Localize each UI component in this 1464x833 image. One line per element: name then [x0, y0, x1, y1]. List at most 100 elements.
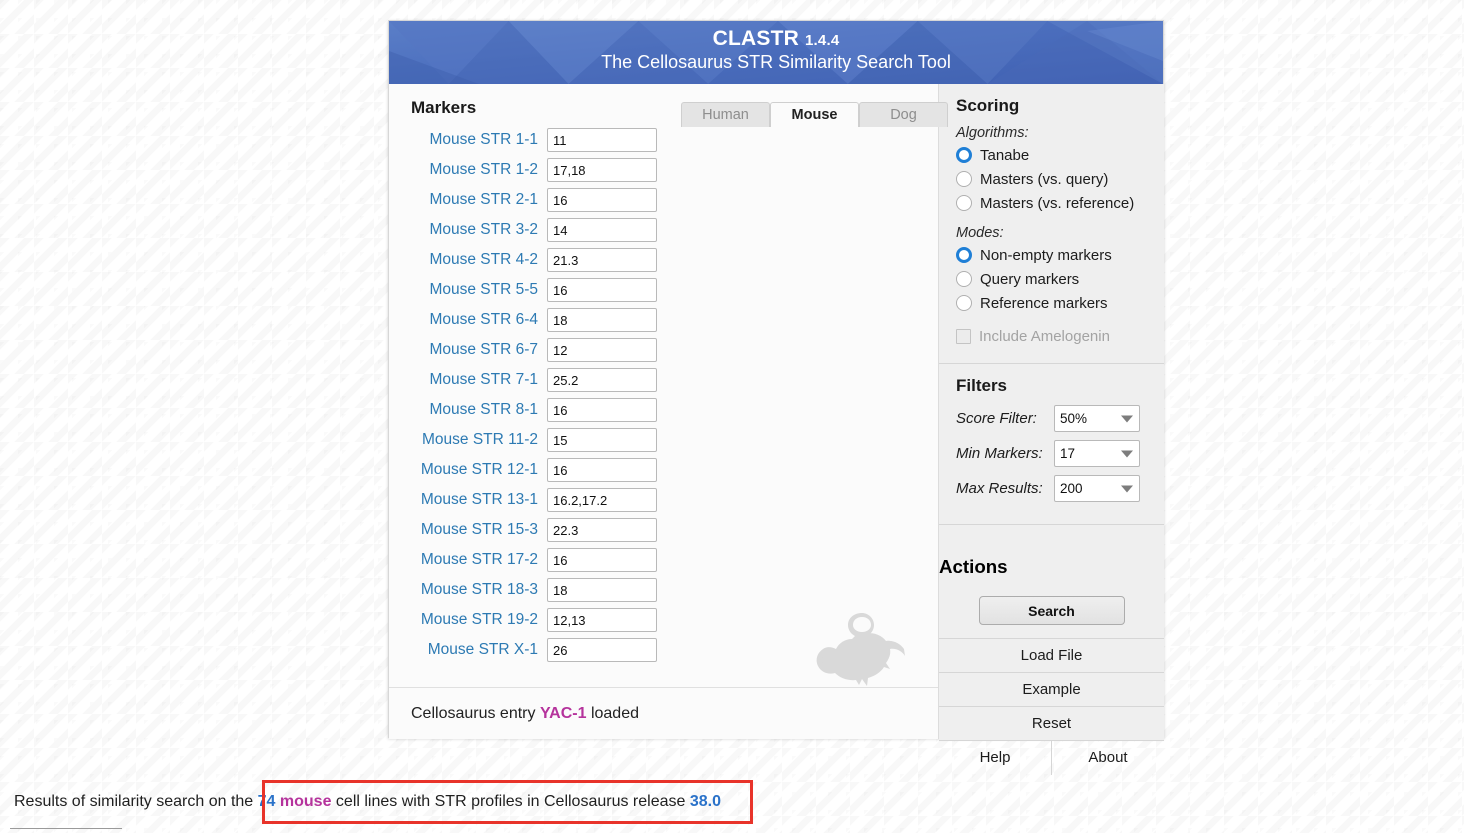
radio-icon[interactable]	[956, 271, 972, 287]
marker-value-input[interactable]	[547, 458, 657, 482]
marker-value-input[interactable]	[547, 518, 657, 542]
marker-label-link[interactable]: Mouse STR 15-3	[389, 521, 547, 539]
status-suffix: loaded	[586, 704, 639, 722]
app-version: 1.4.4	[805, 32, 840, 49]
marker-label-link[interactable]: Mouse STR 12-1	[389, 461, 547, 479]
filters-section: Filters Score Filter: 50% Min Markers: 17 Ma…	[939, 364, 1164, 525]
clastr-card: CLASTR 1.4.4 The Cellosaurus STR Similar…	[388, 20, 1165, 776]
modes-label: Modes:	[956, 225, 1004, 241]
chevron-down-icon[interactable]	[1121, 450, 1133, 457]
marker-value-input[interactable]	[547, 488, 657, 512]
algorithms-radio-group: Tanabe Masters (vs. query) Masters (vs. re…	[939, 144, 1164, 214]
radio-icon[interactable]	[956, 195, 972, 211]
filter-label: Score Filter:	[956, 410, 1037, 427]
search-button[interactable]: Search	[978, 596, 1125, 626]
tab-dog[interactable]: Dog	[859, 102, 948, 127]
results-release: 38.0	[689, 793, 721, 810]
marker-row: Mouse STR 5-5	[389, 275, 938, 305]
help-button[interactable]: Help	[939, 741, 1051, 775]
radio-icon[interactable]	[956, 171, 972, 187]
marker-label-link[interactable]: Mouse STR 4-2	[389, 251, 547, 269]
chevron-down-icon[interactable]	[1121, 415, 1133, 422]
marker-label-link[interactable]: Mouse STR 3-2	[389, 221, 547, 239]
filters-list: Score Filter: 50% Min Markers: 17 Max Result…	[939, 405, 1164, 502]
reset-button[interactable]: Reset	[939, 706, 1164, 741]
filter-select-value: 200	[1060, 481, 1083, 496]
marker-value-input[interactable]	[547, 158, 657, 182]
filter-select-value: 50%	[1060, 411, 1088, 426]
marker-value-input[interactable]	[547, 548, 657, 572]
app-name: CLASTR	[712, 27, 799, 50]
marker-label-link[interactable]: Mouse STR 18-3	[389, 581, 547, 599]
marker-label-link[interactable]: Mouse STR 1-1	[389, 131, 547, 149]
results-species: mouse	[275, 793, 332, 810]
radio-icon[interactable]	[956, 147, 972, 163]
filter-select[interactable]: 200	[1054, 475, 1140, 502]
marker-row: Mouse STR 11-2	[389, 425, 938, 455]
card-body: Markers Mouse STR 1-1Mouse STR 1-2Mouse …	[389, 84, 1165, 776]
marker-label-link[interactable]: Mouse STR 2-1	[389, 191, 547, 209]
filter-select[interactable]: 50%	[1054, 405, 1140, 432]
marker-row: Mouse STR 1-1	[389, 125, 938, 155]
algorithm-option[interactable]: Masters (vs. query)	[956, 168, 1164, 190]
filter-row: Min Markers: 17	[956, 440, 1164, 467]
species-tabstrip: Human Mouse Dog	[389, 84, 1165, 127]
status-bar: Cellosaurus entry YAC-1 loaded	[389, 687, 938, 739]
example-button[interactable]: Example	[939, 672, 1164, 707]
marker-value-input[interactable]	[547, 278, 657, 302]
marker-label-link[interactable]: Mouse STR 19-2	[389, 611, 547, 629]
marker-label-link[interactable]: Mouse STR 13-1	[389, 491, 547, 509]
chevron-down-icon[interactable]	[1121, 485, 1133, 492]
marker-value-input[interactable]	[547, 338, 657, 362]
filter-select-value: 17	[1060, 446, 1076, 461]
marker-value-input[interactable]	[547, 638, 657, 662]
options-panel: Scoring Algorithms: Tanabe Masters (vs. q…	[939, 84, 1164, 776]
marker-label-link[interactable]: Mouse STR 17-2	[389, 551, 547, 569]
marker-label-link[interactable]: Mouse STR X-1	[389, 641, 547, 659]
algorithm-option[interactable]: Tanabe	[956, 144, 1164, 166]
marker-label-link[interactable]: Mouse STR 8-1	[389, 401, 547, 419]
tab-mouse[interactable]: Mouse	[770, 102, 859, 127]
radio-icon[interactable]	[956, 247, 972, 263]
marker-label-link[interactable]: Mouse STR 1-2	[389, 161, 547, 179]
modes-radio-group: Non-empty markers Query markers Reference …	[939, 244, 1164, 314]
app-title-line: CLASTR 1.4.4	[389, 21, 1163, 51]
marker-value-input[interactable]	[547, 428, 657, 452]
mode-option[interactable]: Reference markers	[956, 292, 1164, 314]
marker-row: Mouse STR 7-1	[389, 365, 938, 395]
marker-value-input[interactable]	[547, 608, 657, 632]
results-text-2: cell lines with STR profiles in Cellosau…	[331, 793, 690, 810]
filter-select[interactable]: 17	[1054, 440, 1140, 467]
marker-label-link[interactable]: Mouse STR 11-2	[389, 431, 547, 449]
marker-value-input[interactable]	[547, 578, 657, 602]
load-file-button[interactable]: Load File	[939, 638, 1164, 673]
about-button[interactable]: About	[1051, 741, 1164, 776]
marker-label-link[interactable]: Mouse STR 7-1	[389, 371, 547, 389]
mode-option[interactable]: Non-empty markers	[956, 244, 1164, 266]
radio-icon[interactable]	[956, 295, 972, 311]
marker-value-input[interactable]	[547, 308, 657, 332]
bottom-partial-element	[10, 828, 122, 830]
mode-option[interactable]: Query markers	[956, 268, 1164, 290]
marker-value-input[interactable]	[547, 368, 657, 392]
marker-label-link[interactable]: Mouse STR 6-4	[389, 311, 547, 329]
marker-value-input[interactable]	[547, 398, 657, 422]
include-amelogenin-label: Include Amelogenin	[979, 327, 1110, 345]
marker-value-input[interactable]	[547, 218, 657, 242]
status-prefix: Cellosaurus entry	[411, 704, 540, 722]
tab-human[interactable]: Human	[681, 102, 770, 127]
algorithm-option[interactable]: Masters (vs. reference)	[956, 192, 1164, 214]
filters-title: Filters	[956, 376, 1008, 395]
algorithm-label: Masters (vs. query)	[980, 170, 1109, 188]
marker-label-link[interactable]: Mouse STR 6-7	[389, 341, 547, 359]
marker-row: Mouse STR 8-1	[389, 395, 938, 425]
filter-row: Score Filter: 50%	[956, 405, 1164, 432]
marker-value-input[interactable]	[547, 128, 657, 152]
algorithms-label: Algorithms:	[956, 125, 1029, 141]
marker-value-input[interactable]	[547, 248, 657, 272]
results-count: 74	[257, 793, 276, 810]
results-summary-line: Results of similarity search on the 74 m…	[14, 793, 721, 811]
marker-label-link[interactable]: Mouse STR 5-5	[389, 281, 547, 299]
marker-value-input[interactable]	[547, 188, 657, 212]
algorithm-label: Masters (vs. reference)	[980, 194, 1135, 212]
